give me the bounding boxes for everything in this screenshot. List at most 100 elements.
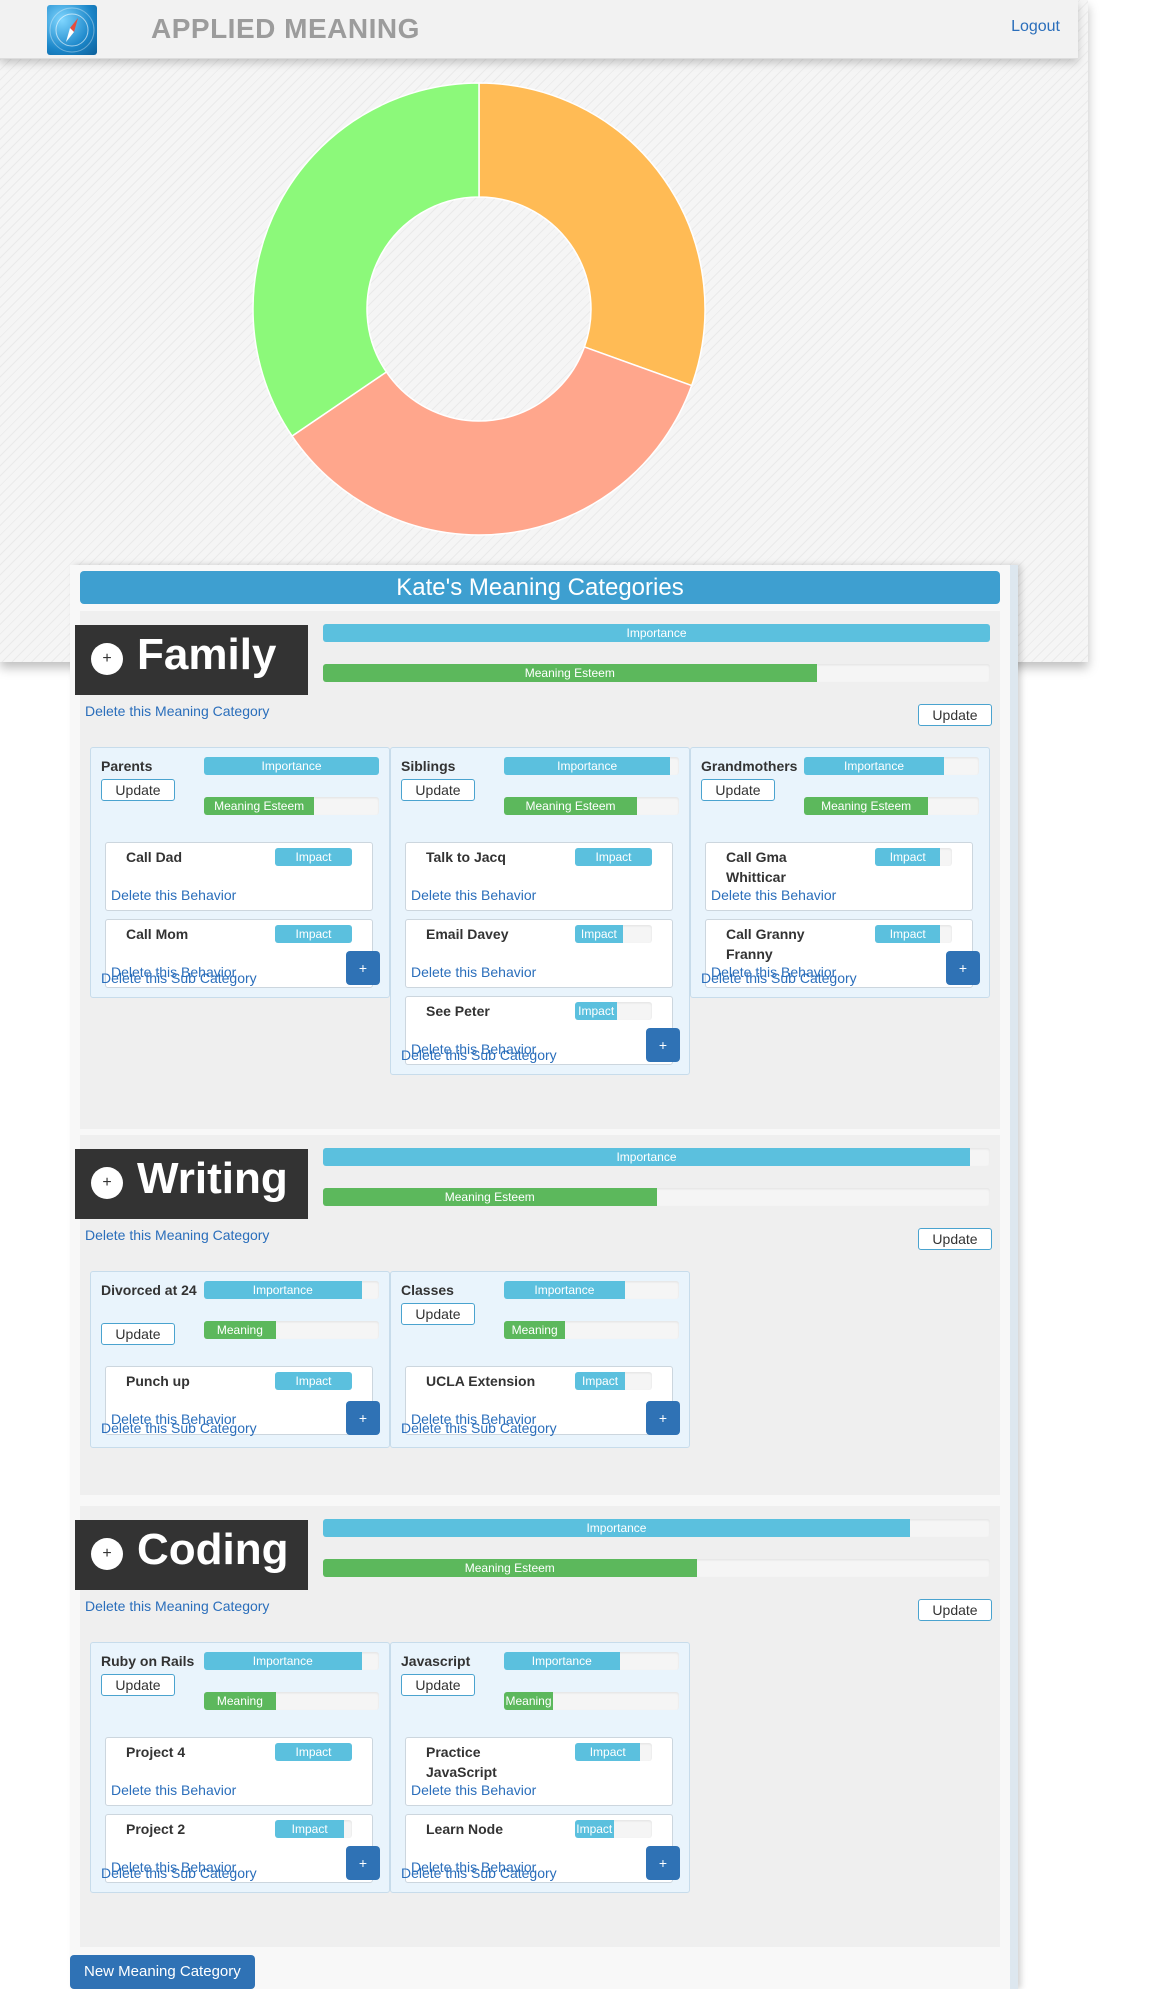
subcategory-importance-bar-fill: Importance <box>504 757 671 775</box>
category-header-writing: + Writing <box>75 1149 308 1219</box>
behavior-impact-bar: Impact <box>275 925 352 943</box>
category-esteem-bar-fill: Meaning Esteem <box>323 1559 697 1577</box>
delete-subcategory-link[interactable]: Delete this Sub Category <box>701 970 857 986</box>
add-behavior-plus-button[interactable]: + <box>646 1028 680 1062</box>
add-behavior-plus-button[interactable]: + <box>346 1401 380 1435</box>
behavior-impact-bar: Impact <box>575 1002 652 1020</box>
expand-plus-icon[interactable]: + <box>91 1167 123 1199</box>
delete-subcategory-link[interactable]: Delete this Sub Category <box>101 970 257 986</box>
delete-subcategory-link[interactable]: Delete this Sub Category <box>101 1420 257 1436</box>
category-importance-bar: Importance <box>323 1519 990 1537</box>
behavior-impact-bar: Impact <box>575 1820 652 1838</box>
navbar: APPLIED MEANING Logout <box>0 0 1078 59</box>
behavior-impact-bar-fill: Impact <box>575 1820 614 1838</box>
subcategory-name: Classes <box>401 1282 454 1298</box>
subcategory-esteem-bar-fill: Meaning <box>504 1321 566 1339</box>
behavior-card: Practice JavaScript Impact Delete this Beh… <box>405 1737 673 1806</box>
delete-subcategory-link[interactable]: Delete this Sub Category <box>401 1420 557 1436</box>
subcategory-update-button[interactable]: Update <box>101 779 175 801</box>
behavior-impact-bar: Impact <box>875 925 952 943</box>
subcategory-grandmothers: Grandmothers Update Importance Meaning Este… <box>690 747 990 998</box>
delete-category-link[interactable]: Delete this Meaning Category <box>85 1598 269 1614</box>
behavior-name: Call Granny Franny <box>726 926 805 962</box>
category-importance-bar: Importance <box>323 624 990 642</box>
category-update-button[interactable]: Update <box>918 1228 992 1250</box>
add-behavior-plus-button[interactable]: + <box>946 951 980 985</box>
subcategory-esteem-bar: Meaning <box>504 1692 679 1710</box>
subcategory-importance-bar: Importance <box>504 1652 679 1670</box>
behavior-impact-bar: Impact <box>575 1743 652 1761</box>
behavior-impact-bar-fill: Impact <box>275 1820 345 1838</box>
delete-behavior-link[interactable]: Delete this Behavior <box>411 964 536 980</box>
behavior-impact-bar-fill: Impact <box>575 1743 641 1761</box>
subcategory-update-button[interactable]: Update <box>701 779 775 801</box>
subcategory-update-button[interactable]: Update <box>401 1303 475 1325</box>
behavior-impact-bar-fill: Impact <box>275 925 352 943</box>
subcategory-importance-bar: Importance <box>204 757 379 775</box>
subcategory-esteem-bar-fill: Meaning Esteem <box>204 797 315 815</box>
subcategory-ruby-on-rails: Ruby on Rails Update Importance Meaning Proj… <box>90 1642 390 1893</box>
behavior-impact-bar: Impact <box>275 848 352 866</box>
subcategory-divorced-at-24: Divorced at 24 Update Importance Meaning Pun… <box>90 1271 390 1448</box>
subcategory-importance-bar-fill: Importance <box>204 1652 362 1670</box>
behavior-impact-bar-fill: Impact <box>275 1372 352 1390</box>
subcategory-importance-bar: Importance <box>204 1281 379 1299</box>
delete-behavior-link[interactable]: Delete this Behavior <box>111 887 236 903</box>
subcategory-update-button[interactable]: Update <box>401 779 475 801</box>
subcategory-esteem-bar: Meaning <box>204 1692 379 1710</box>
logout-link[interactable]: Logout <box>1011 18 1060 36</box>
subcategory-update-button[interactable]: Update <box>101 1674 175 1696</box>
behavior-impact-bar: Impact <box>575 1372 652 1390</box>
behavior-impact-bar-fill: Impact <box>875 925 941 943</box>
behavior-name: Punch up <box>126 1373 190 1389</box>
subcategory-importance-bar: Importance <box>204 1652 379 1670</box>
delete-behavior-link[interactable]: Delete this Behavior <box>111 1782 236 1798</box>
behavior-name: See Peter <box>426 1003 490 1019</box>
delete-subcategory-link[interactable]: Delete this Sub Category <box>401 1047 557 1063</box>
category-update-button[interactable]: Update <box>918 1599 992 1621</box>
compass-logo-icon[interactable] <box>47 5 97 55</box>
subcategory-esteem-bar: Meaning <box>504 1321 679 1339</box>
category-update-button[interactable]: Update <box>918 704 992 726</box>
behavior-impact-bar: Impact <box>275 1372 352 1390</box>
subcategory-importance-bar-fill: Importance <box>504 1281 625 1299</box>
behavior-name: Practice JavaScript <box>426 1744 497 1780</box>
brand-title[interactable]: APPLIED MEANING <box>151 13 420 45</box>
subcategory-esteem-bar-fill: Meaning Esteem <box>504 797 637 815</box>
delete-subcategory-link[interactable]: Delete this Sub Category <box>101 1865 257 1881</box>
subcategory-name: Grandmothers <box>701 758 798 774</box>
behavior-name: Call Dad <box>126 849 183 865</box>
category-header-coding: + Coding <box>75 1520 308 1590</box>
delete-subcategory-link[interactable]: Delete this Sub Category <box>401 1865 557 1881</box>
subcategory-esteem-bar-fill: Meaning <box>204 1321 276 1339</box>
category-title: Family <box>137 630 277 679</box>
expand-plus-icon[interactable]: + <box>91 1538 123 1570</box>
category-header-family: + Family <box>75 625 308 695</box>
expand-plus-icon[interactable]: + <box>91 643 123 675</box>
add-behavior-plus-button[interactable]: + <box>346 951 380 985</box>
add-behavior-plus-button[interactable]: + <box>346 1846 380 1880</box>
category-esteem-bar: Meaning Esteem <box>323 1188 990 1206</box>
delete-category-link[interactable]: Delete this Meaning Category <box>85 1227 269 1243</box>
subcategory-importance-bar-fill: Importance <box>204 1281 362 1299</box>
behavior-impact-bar-fill: Impact <box>575 848 652 866</box>
subcategory-importance-bar: Importance <box>504 757 679 775</box>
behavior-impact-bar-fill: Impact <box>575 925 623 943</box>
delete-behavior-link[interactable]: Delete this Behavior <box>411 887 536 903</box>
subcategory-name: Parents <box>101 758 153 774</box>
subcategory-importance-bar-fill: Importance <box>804 757 944 775</box>
donut-segment-orange <box>478 82 706 387</box>
delete-behavior-link[interactable]: Delete this Behavior <box>411 1782 536 1798</box>
subcategory-update-button[interactable]: Update <box>401 1674 475 1696</box>
subcategory-update-button[interactable]: Update <box>101 1323 175 1345</box>
behavior-impact-bar-fill: Impact <box>275 848 352 866</box>
behavior-card: Call Gma Whitticar Impact Delete this Beha… <box>705 842 973 911</box>
delete-category-link[interactable]: Delete this Meaning Category <box>85 703 269 719</box>
new-meaning-category-button[interactable]: New Meaning Category <box>70 1955 255 1989</box>
behavior-impact-bar: Impact <box>575 925 652 943</box>
delete-behavior-link[interactable]: Delete this Behavior <box>711 887 836 903</box>
subcategory-esteem-bar: Meaning <box>204 1321 379 1339</box>
category-importance-bar-fill: Importance <box>323 1519 910 1537</box>
add-behavior-plus-button[interactable]: + <box>646 1401 680 1435</box>
add-behavior-plus-button[interactable]: + <box>646 1846 680 1880</box>
